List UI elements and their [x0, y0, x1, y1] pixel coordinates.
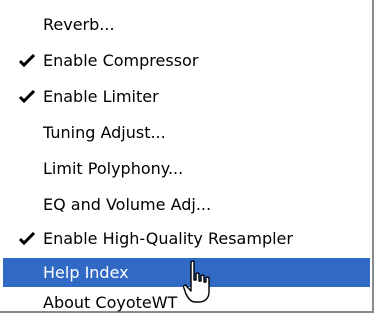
menu-item-enable-compressor[interactable]: Enable Compressor: [3, 46, 370, 75]
menu-item-label: Enable Limiter: [43, 87, 159, 106]
menu-item-label: Help Index: [43, 263, 129, 282]
checkmark-icon: [19, 54, 35, 68]
menu-item-label: About CoyoteWT: [43, 293, 178, 312]
menu-item-reverb[interactable]: Reverb...: [3, 10, 370, 39]
menu-item-label: Enable High-Quality Resampler: [43, 229, 293, 248]
menu-item-high-quality-resampler[interactable]: Enable High-Quality Resampler: [3, 224, 370, 253]
menu-item-enable-limiter[interactable]: Enable Limiter: [3, 82, 370, 111]
menu-item-limit-polyphony[interactable]: Limit Polyphony...: [3, 154, 370, 183]
checkmark-icon: [19, 232, 35, 246]
menu-item-tuning-adjust[interactable]: Tuning Adjust...: [3, 118, 370, 147]
menu-item-label: Enable Compressor: [43, 51, 199, 70]
menu-item-label: EQ and Volume Adj...: [43, 195, 212, 214]
menu-item-eq-volume[interactable]: EQ and Volume Adj...: [3, 190, 370, 219]
menu-item-label: Reverb...: [43, 15, 115, 34]
menu-item-label: Tuning Adjust...: [43, 123, 166, 142]
hand-pointer-cursor-icon: [183, 260, 210, 303]
menu-item-label: Limit Polyphony...: [43, 159, 184, 178]
checkmark-icon: [19, 90, 35, 104]
